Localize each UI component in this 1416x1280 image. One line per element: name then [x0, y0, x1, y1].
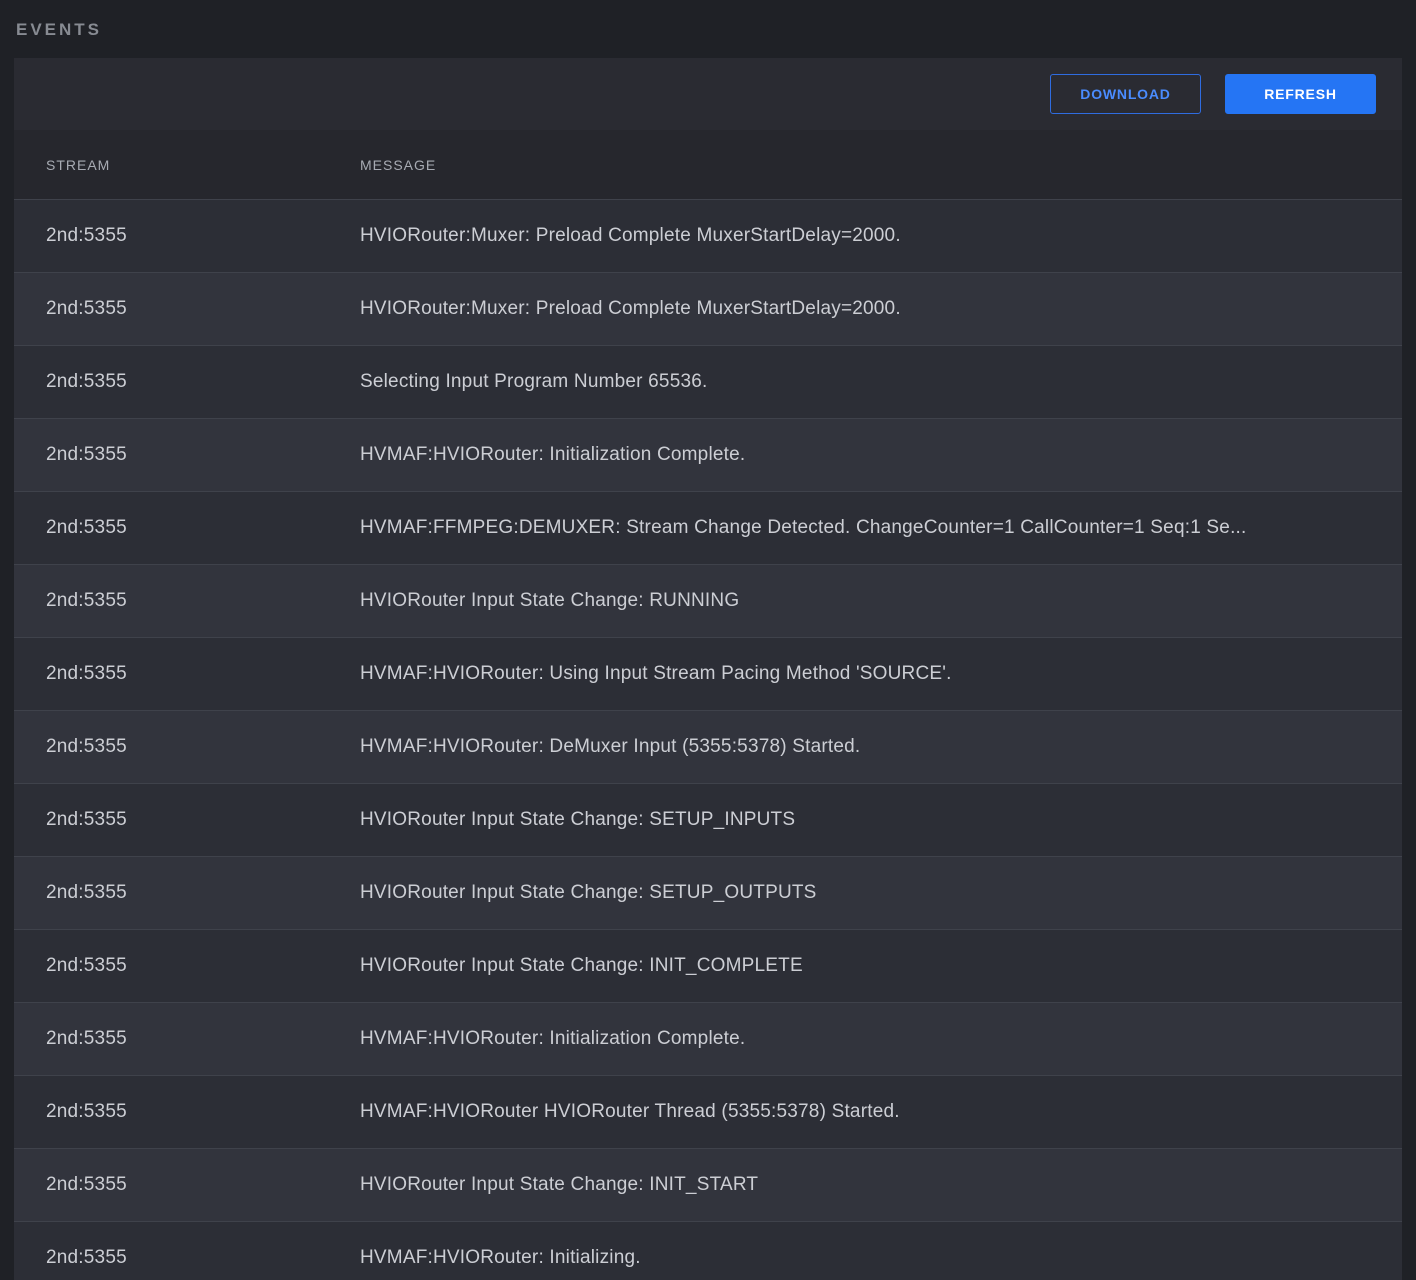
table-row: 2nd:5355 HVMAF:HVIORouter: Using Input S… [14, 638, 1402, 711]
table-row: 2nd:5355 HVMAF:FFMPEG:DEMUXER: Stream Ch… [14, 492, 1402, 565]
stream-cell: 2nd:5355 [14, 955, 360, 977]
stream-cell: 2nd:5355 [14, 1174, 360, 1196]
message-cell: HVIORouter Input State Change: SETUP_INP… [360, 809, 1402, 831]
table-row: 2nd:5355 HVIORouter Input State Change: … [14, 1149, 1402, 1222]
message-cell: HVMAF:HVIORouter: Initializing. [360, 1247, 1402, 1269]
stream-cell: 2nd:5355 [14, 444, 360, 466]
message-cell: HVMAF:FFMPEG:DEMUXER: Stream Change Dete… [360, 517, 1402, 539]
table-row: 2nd:5355 HVIORouter Input State Change: … [14, 930, 1402, 1003]
stream-cell: 2nd:5355 [14, 809, 360, 831]
toolbar: DOWNLOAD REFRESH [14, 58, 1402, 130]
message-cell: HVIORouter Input State Change: INIT_COMP… [360, 955, 1402, 977]
column-header-stream: STREAM [14, 157, 360, 173]
stream-cell: 2nd:5355 [14, 1247, 360, 1269]
table-row: 2nd:5355 HVIORouter Input State Change: … [14, 857, 1402, 930]
stream-cell: 2nd:5355 [14, 517, 360, 539]
table-row: 2nd:5355 HVMAF:HVIORouter: DeMuxer Input… [14, 711, 1402, 784]
stream-cell: 2nd:5355 [14, 663, 360, 685]
download-button[interactable]: DOWNLOAD [1050, 74, 1201, 114]
table-row: 2nd:5355 Selecting Input Program Number … [14, 346, 1402, 419]
stream-cell: 2nd:5355 [14, 1101, 360, 1123]
table-row: 2nd:5355 HVIORouter Input State Change: … [14, 565, 1402, 638]
message-cell: HVIORouter Input State Change: INIT_STAR… [360, 1174, 1402, 1196]
stream-cell: 2nd:5355 [14, 298, 360, 320]
table-row: 2nd:5355 HVMAF:HVIORouter HVIORouter Thr… [14, 1076, 1402, 1149]
table-row: 2nd:5355 HVIORouter:Muxer: Preload Compl… [14, 200, 1402, 273]
refresh-button[interactable]: REFRESH [1225, 74, 1376, 114]
table-header-row: STREAM MESSAGE [14, 130, 1402, 200]
stream-cell: 2nd:5355 [14, 736, 360, 758]
message-cell: Selecting Input Program Number 65536. [360, 371, 1402, 393]
message-cell: HVIORouter Input State Change: RUNNING [360, 590, 1402, 612]
table-row: 2nd:5355 HVMAF:HVIORouter: Initializatio… [14, 419, 1402, 492]
table-body: 2nd:5355 HVIORouter:Muxer: Preload Compl… [14, 200, 1402, 1280]
page-title: EVENTS [0, 0, 1416, 38]
message-cell: HVMAF:HVIORouter: Initialization Complet… [360, 1028, 1402, 1050]
table-row: 2nd:5355 HVIORouter:Muxer: Preload Compl… [14, 273, 1402, 346]
message-cell: HVIORouter:Muxer: Preload Complete Muxer… [360, 298, 1402, 320]
message-cell: HVMAF:HVIORouter: Using Input Stream Pac… [360, 663, 1402, 685]
message-cell: HVMAF:HVIORouter: Initialization Complet… [360, 444, 1402, 466]
message-cell: HVIORouter:Muxer: Preload Complete Muxer… [360, 225, 1402, 247]
events-panel: DOWNLOAD REFRESH STREAM MESSAGE 2nd:5355… [14, 58, 1402, 1280]
table-row: 2nd:5355 HVMAF:HVIORouter: Initializatio… [14, 1003, 1402, 1076]
stream-cell: 2nd:5355 [14, 590, 360, 612]
stream-cell: 2nd:5355 [14, 225, 360, 247]
stream-cell: 2nd:5355 [14, 1028, 360, 1050]
table-row: 2nd:5355 HVMAF:HVIORouter: Initializing. [14, 1222, 1402, 1280]
message-cell: HVIORouter Input State Change: SETUP_OUT… [360, 882, 1402, 904]
stream-cell: 2nd:5355 [14, 882, 360, 904]
table-row: 2nd:5355 HVIORouter Input State Change: … [14, 784, 1402, 857]
message-cell: HVMAF:HVIORouter HVIORouter Thread (5355… [360, 1101, 1402, 1123]
column-header-message: MESSAGE [360, 157, 1402, 173]
message-cell: HVMAF:HVIORouter: DeMuxer Input (5355:53… [360, 736, 1402, 758]
stream-cell: 2nd:5355 [14, 371, 360, 393]
